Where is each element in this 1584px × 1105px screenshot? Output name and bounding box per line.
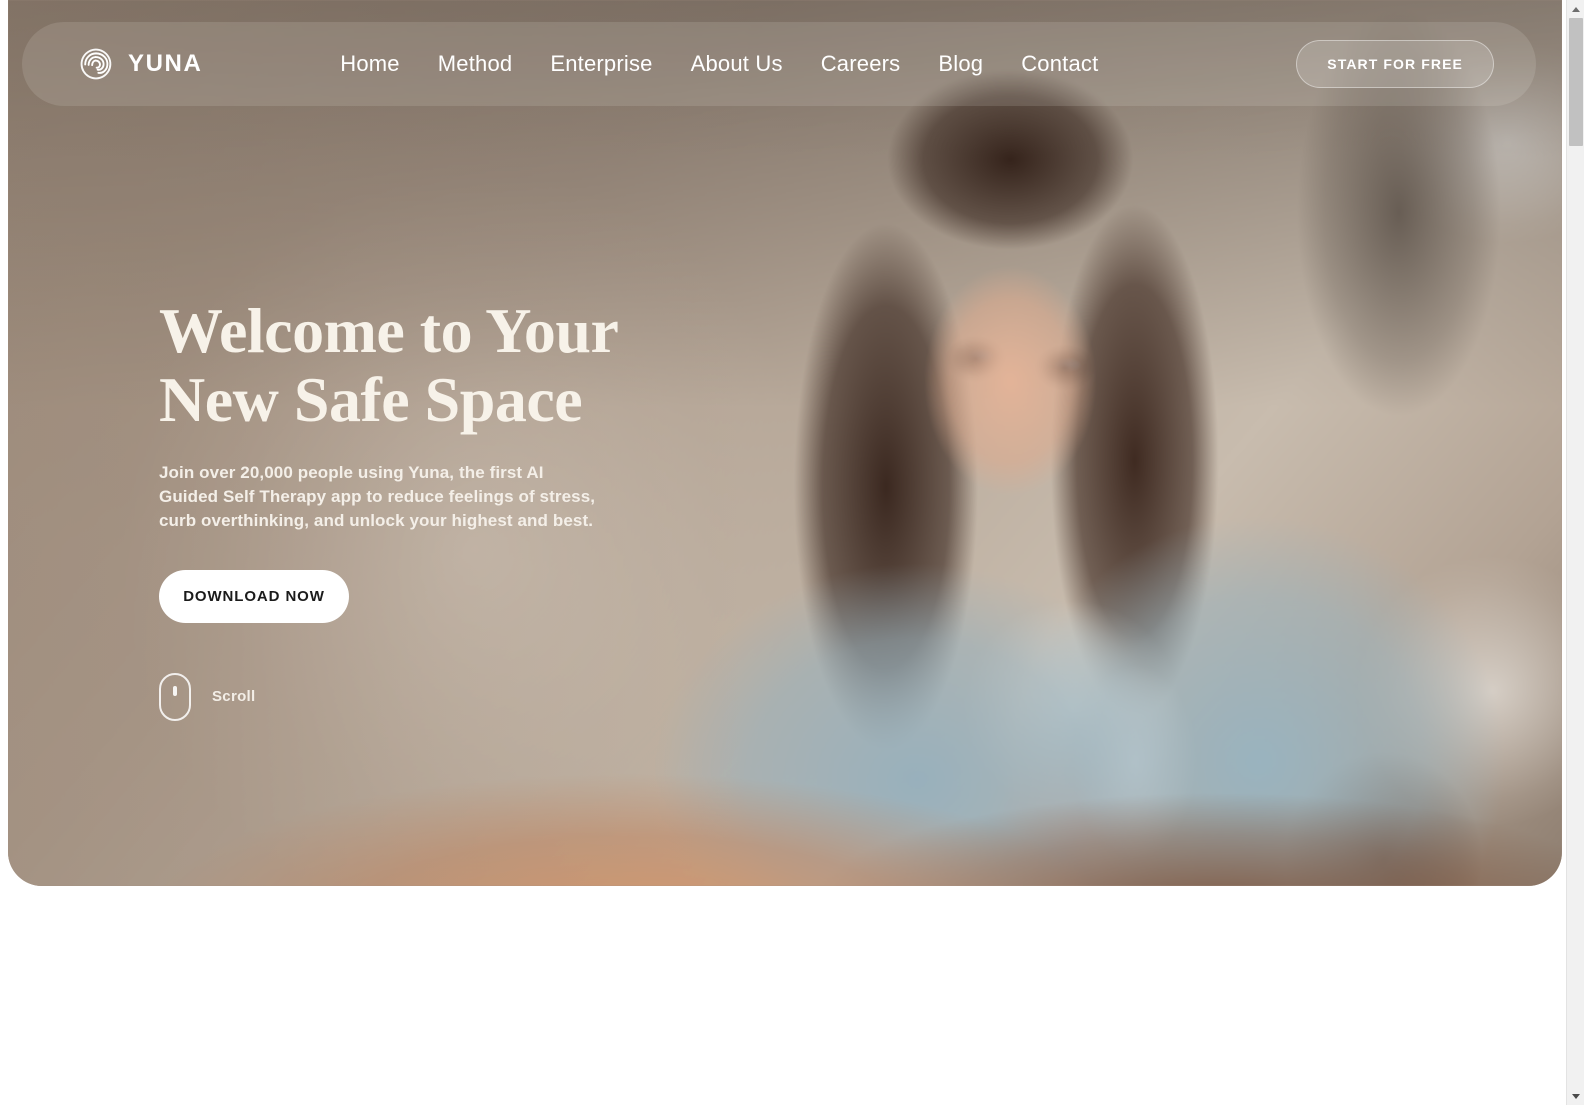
- browser-viewport: YUNA Home Method Enterprise About Us Car…: [0, 0, 1584, 1105]
- main-navbar: YUNA Home Method Enterprise About Us Car…: [22, 22, 1536, 106]
- scrollbar-thumb[interactable]: [1569, 18, 1583, 146]
- scrollbar-down-arrow-icon[interactable]: [1567, 1087, 1584, 1105]
- hero-subtitle: Join over 20,000 people using Yuna, the …: [159, 463, 596, 531]
- start-for-free-button[interactable]: START FOR FREE: [1296, 40, 1494, 88]
- spiral-swirl-icon: [80, 48, 112, 80]
- nav-item-about-us[interactable]: About Us: [691, 51, 783, 77]
- nav-item-enterprise[interactable]: Enterprise: [550, 51, 652, 77]
- scrollbar-track[interactable]: [1567, 18, 1584, 1087]
- page-scrollbar[interactable]: [1566, 0, 1584, 1105]
- download-now-button[interactable]: DOWNLOAD NOW: [159, 569, 349, 623]
- nav-item-method[interactable]: Method: [438, 51, 513, 77]
- scroll-label: Scroll: [212, 688, 256, 706]
- mouse-icon: [159, 672, 191, 721]
- brand-logo[interactable]: YUNA: [78, 46, 202, 82]
- hero-section: YUNA Home Method Enterprise About Us Car…: [8, 0, 1562, 886]
- nav-item-careers[interactable]: Careers: [821, 51, 901, 77]
- scroll-indicator[interactable]: Scroll: [159, 672, 779, 721]
- nav-item-home[interactable]: Home: [340, 51, 400, 77]
- hero-title: Welcome to Your New Safe Space: [159, 295, 619, 436]
- nav-item-contact[interactable]: Contact: [1021, 51, 1098, 77]
- hero-content: Welcome to Your New Safe Space Join over…: [159, 296, 779, 721]
- nav-item-blog[interactable]: Blog: [938, 51, 983, 77]
- brand-name: YUNA: [128, 50, 203, 77]
- scrollbar-up-arrow-icon[interactable]: [1567, 0, 1584, 18]
- nav-links: Home Method Enterprise About Us Careers …: [340, 51, 1098, 77]
